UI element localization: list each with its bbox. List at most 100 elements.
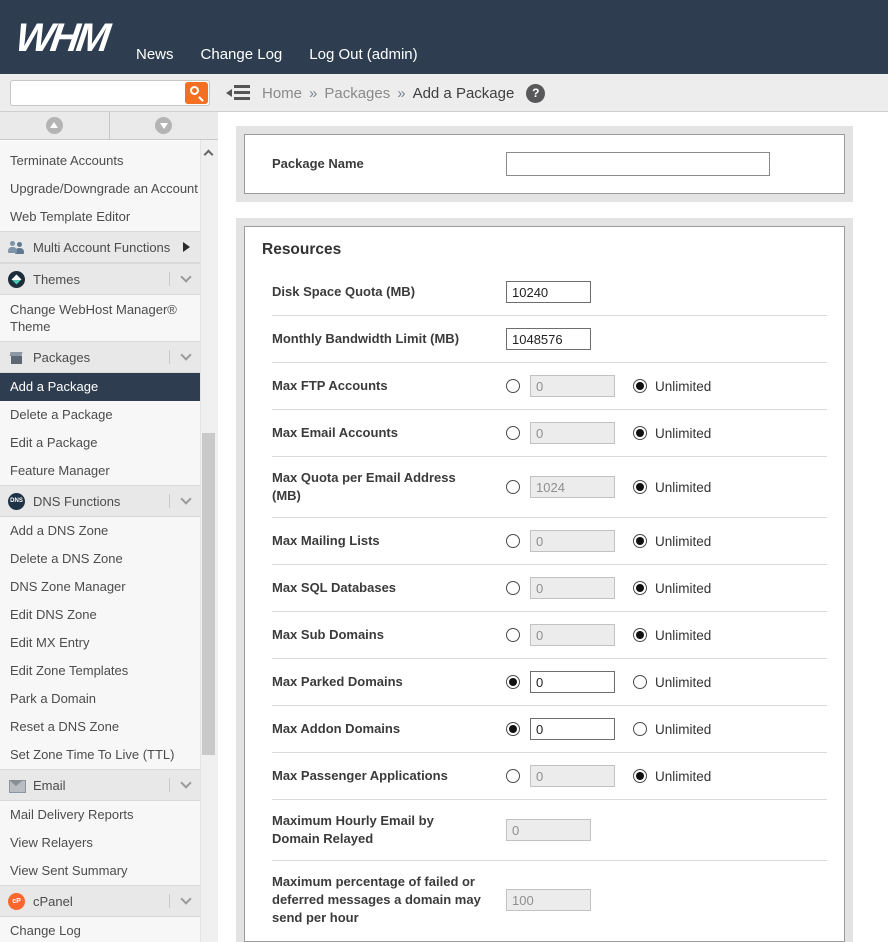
limited-radio[interactable] [506,379,520,393]
limited-radio[interactable] [506,480,520,494]
limited-radio[interactable] [506,722,520,736]
sidebar-item-upgrade-downgrade-an-account[interactable]: Upgrade/Downgrade an Account [0,175,200,203]
sidebar-item-add-a-dns-zone[interactable]: Add a DNS Zone [0,517,200,545]
unlimited-radio[interactable] [633,769,647,783]
resource-row-max-mailing-lists: Max Mailing ListsUnlimited [272,518,827,565]
chevron-down-icon[interactable] [180,349,191,360]
whm-logo[interactable]: WHM [13,16,110,61]
unlimited-label: Unlimited [655,581,711,596]
resource-row-max-email-accounts: Max Email AccountsUnlimited [272,410,827,457]
unlimited-radio[interactable] [633,426,647,440]
whm-window: WHM News Change Log Log Out (admin) Home… [0,0,888,942]
limit-input[interactable] [506,328,591,350]
collapse-sidebar-icon[interactable] [226,85,250,100]
arrow-down-circle-icon [155,117,172,134]
chevron-down-icon[interactable] [180,893,191,904]
nav-log-out[interactable]: Log Out (admin) [309,46,417,63]
divider [169,272,170,286]
breadcrumb-current: Add a Package [413,85,515,102]
package-name-row: Package Name [245,135,844,193]
sidebar-item-delete-a-package[interactable]: Delete a Package [0,401,200,429]
breadcrumb-packages[interactable]: Packages [324,85,390,102]
limited-radio[interactable] [506,628,520,642]
sidebar-item-web-template-editor[interactable]: Web Template Editor [0,203,200,231]
sidebar-item-reset-a-dns-zone[interactable]: Reset a DNS Zone [0,713,200,741]
limited-radio[interactable] [506,534,520,548]
resource-label: Max Email Accounts [272,424,506,442]
category-label: Themes [33,272,80,287]
sidebar-category-multi-account-functions[interactable]: Multi Account Functions [0,231,200,263]
search-wrap [10,80,210,106]
limit-input[interactable] [506,281,591,303]
unlimited-label: Unlimited [655,628,711,643]
limit-input[interactable] [530,671,615,693]
scroll-down-button[interactable] [110,112,219,139]
help-icon[interactable]: ? [526,84,545,103]
divider [169,494,170,508]
scrollbar-thumb[interactable] [202,433,215,755]
sidebar-item-feature-manager[interactable]: Feature Manager [0,457,200,485]
resource-row-monthly-bandwidth-limit-mb: Monthly Bandwidth Limit (MB) [272,316,827,363]
breadcrumb-home[interactable]: Home [262,85,302,102]
nav-news[interactable]: News [136,46,174,63]
sidebar-item-edit-a-package[interactable]: Edit a Package [0,429,200,457]
sidebar-category-packages[interactable]: Packages [0,341,200,373]
sidebar-item-add-a-package[interactable]: Add a Package [0,373,200,401]
dns-icon: DNS [8,493,25,510]
sidebar-category-cpanel[interactable]: cPcPanel [0,885,200,917]
unlimited-radio[interactable] [633,379,647,393]
search-input[interactable] [10,80,210,106]
unlimited-radio[interactable] [633,722,647,736]
breadcrumb: Home » Packages » Add a Package ? [262,74,545,112]
sidebar-item-view-sent-summary[interactable]: View Sent Summary [0,857,200,885]
breadcrumb-separator: » [397,85,405,102]
sidebar-item-edit-dns-zone[interactable]: Edit DNS Zone [0,601,200,629]
chevron-down-icon[interactable] [180,777,191,788]
sidebar-item-edit-mx-entry[interactable]: Edit MX Entry [0,629,200,657]
sidebar-menu: Terminate AccountsUpgrade/Downgrade an A… [0,141,200,942]
search-button[interactable] [185,82,208,104]
scroll-up-button[interactable] [0,112,110,139]
unlimited-label: Unlimited [655,722,711,737]
unlimited-radio[interactable] [633,581,647,595]
sidebar-item-set-zone-time-to-live-ttl[interactable]: Set Zone Time To Live (TTL) [0,741,200,769]
sidebar-item-terminate-accounts[interactable]: Terminate Accounts [0,147,200,175]
sidebar-item-park-a-domain[interactable]: Park a Domain [0,685,200,713]
sidebar-item-edit-zone-templates[interactable]: Edit Zone Templates [0,657,200,685]
sidebar-item-delete-a-dns-zone[interactable]: Delete a DNS Zone [0,545,200,573]
resource-label: Max Quota per Email Address (MB) [272,469,506,505]
package-name-input[interactable] [506,152,770,176]
unlimited-radio[interactable] [633,480,647,494]
limited-radio[interactable] [506,675,520,689]
expand-right-icon[interactable] [183,242,190,252]
sidebar-category-email[interactable]: Email [0,769,200,801]
limited-radio[interactable] [506,426,520,440]
nav-change-log[interactable]: Change Log [201,46,283,63]
limit-input [506,889,591,911]
resource-label: Maximum Hourly Email by Domain Relayed [272,812,506,848]
sidebar-category-dns-functions[interactable]: DNSDNS Functions [0,485,200,517]
limited-radio[interactable] [506,769,520,783]
unlimited-radio[interactable] [633,534,647,548]
limited-radio[interactable] [506,581,520,595]
search-icon [190,86,199,95]
limit-input [530,375,615,397]
unlimited-radio[interactable] [633,628,647,642]
sidebar-item-change-webhost-manager-theme[interactable]: Change WebHost Manager® Theme [0,295,200,341]
sidebar-item-change-log[interactable]: Change Log [0,917,200,942]
cpanel-icon: cP [8,893,25,910]
sidebar-item-view-relayers[interactable]: View Relayers [0,829,200,857]
unlimited-radio[interactable] [633,675,647,689]
unlimited-label: Unlimited [655,675,711,690]
chevron-down-icon[interactable] [180,493,191,504]
sidebar-item-mail-delivery-reports[interactable]: Mail Delivery Reports [0,801,200,829]
limit-input[interactable] [530,718,615,740]
resource-row-max-ftp-accounts: Max FTP AccountsUnlimited [272,363,827,410]
app-header: WHM News Change Log Log Out (admin) [0,0,888,74]
chevron-down-icon[interactable] [180,271,191,282]
resource-label: Max Passenger Applications [272,767,506,785]
sidebar-category-themes[interactable]: Themes [0,263,200,295]
packages-icon [8,349,25,366]
resource-label: Max SQL Databases [272,579,506,597]
sidebar-item-dns-zone-manager[interactable]: DNS Zone Manager [0,573,200,601]
